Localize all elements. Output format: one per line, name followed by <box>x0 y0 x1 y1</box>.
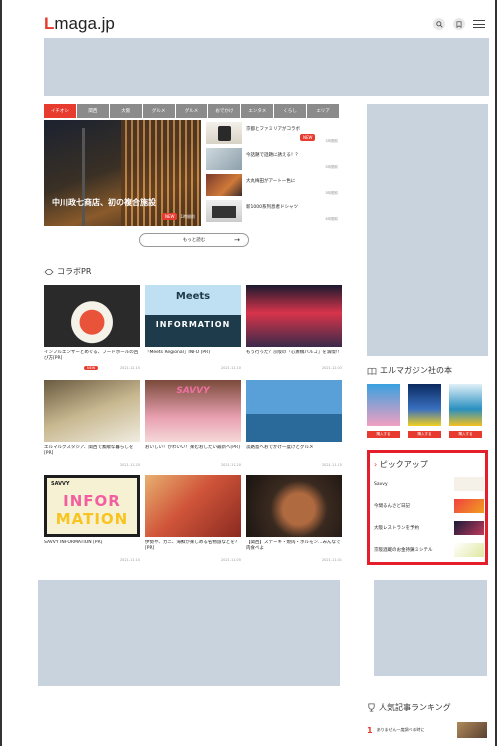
book-cover[interactable] <box>449 384 482 426</box>
sidebar-bottom-ad[interactable] <box>374 580 487 676</box>
handshake-icon <box>44 268 54 275</box>
arrow-right-icon: → <box>234 236 240 244</box>
pickup-item[interactable]: Savvy <box>374 477 484 491</box>
tab-osaka[interactable]: 大阪 <box>109 104 142 118</box>
new-badge: NEW <box>161 213 178 220</box>
news-item[interactable]: 新1000系列息者ドシャツ 4時間前 <box>206 200 340 224</box>
collab-card[interactable]: Meets INFORMATION 「Meets Regional」INFO [… <box>145 285 241 370</box>
read-more-button[interactable]: もっと読む → <box>139 233 249 247</box>
collab-card[interactable]: インフルエンサーとめぐる、フードホールの回び方[PR] NEW 2021.12.… <box>44 285 140 370</box>
collab-card[interactable]: SAVVY おいしい！かわいい！楽むおしたい最新へ[PR] 2021.11.20 <box>145 380 241 467</box>
card-image: Meets INFORMATION <box>145 285 241 347</box>
hero-date: 1時間前 <box>180 213 195 219</box>
collab-card[interactable]: 伊勢や、カニ、海鮮が楽しめる名物旅などを？[PR] 2021.11.05 <box>145 475 241 562</box>
book-cover[interactable] <box>408 384 441 426</box>
card-image <box>246 380 342 442</box>
news-thumbnail <box>206 174 242 196</box>
pickup-item[interactable]: 大阪レストランを予約 <box>374 521 484 535</box>
category-tabs: イチオシ 関西 大阪 グルメ グルメ おでかけ エンタメ くらし エリア <box>44 104 340 118</box>
card-image <box>44 380 140 442</box>
news-item[interactable]: 京都とファミリアがコラボ NEW 1時間前 <box>206 122 340 146</box>
collab-card[interactable]: エルマルクスタジア、関西で素敵な暮らしを[PR] 2021.11.25 <box>44 380 140 467</box>
buy-button[interactable]: 購入する <box>449 431 482 438</box>
news-thumbnail <box>206 122 242 144</box>
buy-button[interactable]: 購入する <box>408 431 441 438</box>
card-image: SAVVY <box>145 380 241 442</box>
book-cover[interactable] <box>367 384 400 426</box>
chevron-right-icon: › <box>374 460 378 469</box>
pickup-title: › ピックアップ <box>374 460 428 469</box>
tab-outing[interactable]: おでかけ <box>208 104 241 118</box>
collab-card[interactable]: SAVVY INFOR MATION SAVVY INFORMATION [PR… <box>44 475 140 562</box>
card-image <box>44 285 140 347</box>
collab-card[interactable]: 【関西】ステーキ・焼肉・ホルモン…みんなで肉食べよ 2021.11.01 <box>246 475 342 562</box>
books-section-title: エルマガジン社の本 <box>367 365 452 376</box>
top-banner-ad[interactable] <box>44 38 489 96</box>
header-icons <box>433 18 485 30</box>
tab-gourmet-2[interactable]: グルメ <box>175 104 208 118</box>
collab-card[interactable]: 淡路島へおでかけ一度けとグルメ 2021.11.15 <box>246 380 342 467</box>
search-icon[interactable] <box>433 18 445 30</box>
bookmark-icon[interactable] <box>453 18 465 30</box>
ranking-item[interactable]: 1 ありません一度調べる時に <box>367 722 487 738</box>
pickup-item[interactable]: 京阪酒蔵のお金持錬ミシテル <box>374 543 484 557</box>
site-logo[interactable]: Lmaga.jp <box>44 14 115 34</box>
tab-gourmet[interactable]: グルメ <box>142 104 175 118</box>
tab-featured[interactable]: イチオシ <box>44 104 76 118</box>
tab-kansai[interactable]: 関西 <box>76 104 109 118</box>
hero-title: 中川政七商店、初の複合施設 <box>52 198 156 207</box>
bottom-banner-ad[interactable] <box>38 580 340 686</box>
card-image <box>246 285 342 347</box>
trophy-icon <box>368 703 375 712</box>
pickup-item[interactable]: 今間るんさど日記 <box>374 499 484 513</box>
hero-article[interactable]: 中川政七商店、初の複合施設 NEW 1時間前 <box>44 120 201 226</box>
pickup-box: › ピックアップ Savvy 今間るんさど日記 大阪レストランを予約 京阪酒蔵の… <box>367 450 488 565</box>
tab-entertainment[interactable]: エンタメ <box>241 104 274 118</box>
news-item[interactable]: 今話題で話題に誘える！？ 2時間前 <box>206 148 340 172</box>
sidebar-ad[interactable] <box>367 104 488 356</box>
news-thumbnail <box>206 200 242 222</box>
news-thumbnail <box>206 148 242 170</box>
collab-section-title: コラボPR <box>44 266 91 277</box>
card-image <box>246 475 342 537</box>
tab-area[interactable]: エリア <box>307 104 340 118</box>
menu-icon[interactable] <box>473 18 485 30</box>
buy-button[interactable]: 購入する <box>367 431 400 438</box>
ranking-title: 人気記事ランキング <box>367 702 451 713</box>
card-image <box>145 475 241 537</box>
card-image: SAVVY INFOR MATION <box>44 475 140 537</box>
news-item[interactable]: 大丸梅田がアートー色に 3時間前 <box>206 174 340 198</box>
ranking-thumbnail <box>457 722 487 738</box>
site-header: Lmaga.jp <box>44 12 489 36</box>
book-icon <box>367 367 377 375</box>
tab-lifestyle[interactable]: くらし <box>274 104 307 118</box>
collab-card[interactable]: もう行った？京阪の「心斎橋パルコ」を満喫!! 2021.12.03 <box>246 285 342 370</box>
